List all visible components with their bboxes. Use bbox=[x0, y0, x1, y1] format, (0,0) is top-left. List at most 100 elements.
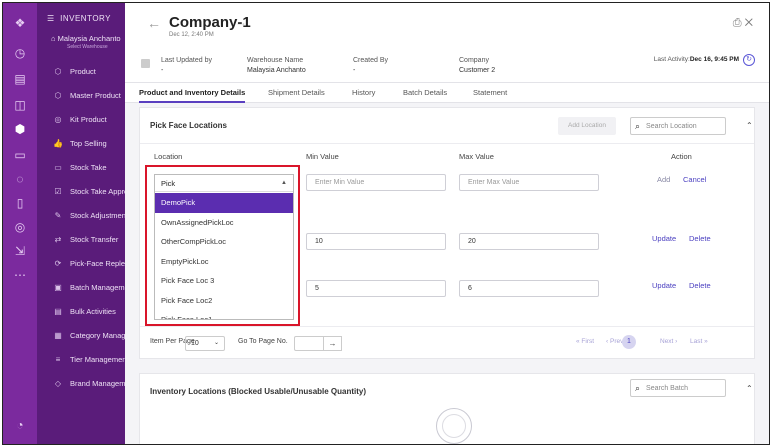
reports-icon[interactable]: ▯ bbox=[12, 195, 28, 211]
print-icon[interactable]: ⎙ bbox=[733, 17, 742, 29]
transfer-icon: ⇄ bbox=[54, 234, 62, 244]
sidebar-item-label: Brand Management bbox=[70, 378, 125, 388]
sidebar-item-batch-management[interactable]: ▣ Batch Management bbox=[53, 278, 125, 296]
sidebar-item-product[interactable]: ⬡ Product bbox=[53, 62, 96, 80]
col-max: Max Value bbox=[459, 152, 494, 161]
current-page[interactable]: 1 bbox=[622, 335, 636, 349]
kit-icon: ◎ bbox=[54, 114, 62, 124]
orders-icon[interactable]: ▤ bbox=[12, 71, 28, 87]
header-actions: ⎙ ✕ bbox=[733, 17, 753, 30]
sidebar-item-label: Product bbox=[70, 66, 96, 76]
returns-icon[interactable]: ◌ bbox=[12, 171, 28, 187]
activity-clock-icon[interactable]: ↻ bbox=[743, 54, 755, 66]
page-header: ← Company-1 → Dec 12, 2:40 PM ⎙ ✕ Last U… bbox=[125, 3, 769, 83]
search-icon: ⌕ bbox=[635, 120, 641, 131]
search-batch-input[interactable]: ⌕ Search Batch bbox=[630, 379, 726, 397]
check-square-icon: ☑ bbox=[54, 186, 62, 196]
collapse-chevron-icon[interactable]: ⌃ bbox=[746, 121, 753, 130]
inventory-locations-title: Inventory Locations (Blocked Usable/Unus… bbox=[150, 387, 367, 396]
sidebar-item-stock-take[interactable]: ▭ Stock Take bbox=[53, 158, 107, 176]
tab-shipment[interactable]: Shipment Details bbox=[268, 88, 325, 97]
sidebar-item-kit-product[interactable]: ◎ Kit Product bbox=[53, 110, 107, 128]
row1-max[interactable]: 20 bbox=[459, 233, 599, 250]
master-product-icon: ⬡ bbox=[54, 90, 62, 100]
warehouse-hint: Select Warehouse bbox=[67, 44, 108, 50]
prev-page-button[interactable]: ‹ Prev bbox=[606, 338, 623, 345]
sidebar-item-brand-management[interactable]: ◇ Brand Management bbox=[53, 374, 125, 392]
tab-history[interactable]: History bbox=[352, 88, 375, 97]
product-thumbnail bbox=[141, 59, 150, 68]
row2-min[interactable]: 5 bbox=[306, 280, 446, 297]
search-icon: ⌕ bbox=[635, 382, 641, 393]
sidebar-header: ☰ INVENTORY bbox=[47, 14, 112, 23]
goto-page-label: Go To Page No. bbox=[238, 338, 288, 345]
warehouse-selector[interactable]: ⌂ Malaysia Anchanto bbox=[51, 34, 121, 43]
highlight-box bbox=[145, 165, 300, 326]
search-location-input[interactable]: ⌕ Search Location bbox=[630, 117, 726, 135]
more-icon[interactable]: ⋯ bbox=[12, 267, 28, 283]
row2-max[interactable]: 6 bbox=[459, 280, 599, 297]
row2-delete-link[interactable]: Delete bbox=[689, 281, 711, 290]
row1-min[interactable]: 10 bbox=[306, 233, 446, 250]
last-page-button[interactable]: Last » bbox=[690, 338, 708, 345]
next-page-button[interactable]: Next › bbox=[660, 338, 677, 345]
row1-delete-link[interactable]: Delete bbox=[689, 234, 711, 243]
meta-warehouse: Warehouse Name Malaysia Anchanto bbox=[247, 57, 306, 74]
sidebar-item-label: Master Product bbox=[70, 90, 121, 100]
icon-rail: ❖ ◷ ▤ ◫ ⬢ ▭ ◌ ▯ ◎ ⇲ ⋯ ◔ bbox=[3, 3, 37, 444]
tab-product-inventory[interactable]: Product and Inventory Details bbox=[139, 88, 246, 103]
meta-company: Company Customer 2 bbox=[459, 57, 496, 74]
menu-icon[interactable]: ☰ bbox=[47, 14, 55, 23]
sidebar-item-label: Pick-Face Replenishment bbox=[70, 258, 125, 268]
cancel-link[interactable]: Cancel bbox=[683, 175, 706, 184]
divider bbox=[140, 326, 754, 327]
app-logo-icon[interactable]: ❖ bbox=[12, 15, 28, 31]
inventory-icon[interactable]: ⬢ bbox=[12, 121, 28, 137]
empty-state-ring bbox=[442, 414, 466, 438]
inventory-sidebar: ☰ INVENTORY ⌂ Malaysia Anchanto Select W… bbox=[37, 3, 125, 444]
sidebar-item-label: Stock Take bbox=[70, 162, 107, 172]
settings-icon[interactable]: ◎ bbox=[12, 219, 28, 235]
sidebar-item-category-management[interactable]: ▦ Category Management bbox=[53, 326, 125, 344]
tier-icon: ≡ bbox=[55, 354, 61, 364]
tab-statement[interactable]: Statement bbox=[473, 88, 507, 97]
sidebar-item-stock-transfer[interactable]: ⇄ Stock Transfer bbox=[53, 230, 119, 248]
add-location-button[interactable]: Add Location bbox=[558, 117, 616, 135]
chevron-down-icon: ⌄ bbox=[213, 340, 219, 346]
user-icon[interactable]: ◔ bbox=[12, 417, 28, 433]
grid-icon: ▦ bbox=[54, 330, 62, 340]
back-arrow-icon[interactable]: ← bbox=[147, 15, 161, 31]
meta-created-by: Created By - bbox=[353, 57, 389, 74]
sidebar-item-pick-face-replenishment[interactable]: ⟳ Pick-Face Replenishment bbox=[53, 254, 125, 272]
dashboard-icon[interactable]: ◷ bbox=[12, 45, 28, 61]
add-link[interactable]: Add bbox=[657, 175, 670, 184]
max-value-input[interactable]: Enter Max Value bbox=[459, 174, 599, 191]
goto-arrow-icon[interactable]: → bbox=[324, 336, 342, 351]
page-date: Dec 12, 2:40 PM bbox=[169, 32, 214, 38]
app-window: ❖ ◷ ▤ ◫ ⬢ ▭ ◌ ▯ ◎ ⇲ ⋯ ◔ ☰ INVENTORY ⌂ Ma… bbox=[2, 2, 770, 445]
sidebar-item-top-selling[interactable]: 👍 Top Selling bbox=[53, 134, 107, 152]
row1-update-link[interactable]: Update bbox=[652, 234, 676, 243]
catalog-icon[interactable]: ◫ bbox=[12, 97, 28, 113]
min-value-input[interactable]: Enter Min Value bbox=[306, 174, 446, 191]
inventory-locations-card: Inventory Locations (Blocked Usable/Unus… bbox=[139, 373, 755, 444]
close-icon[interactable]: ✕ bbox=[745, 17, 753, 29]
row2-update-link[interactable]: Update bbox=[652, 281, 676, 290]
forward-arrow-icon[interactable]: → bbox=[235, 15, 247, 29]
sidebar-item-label: Kit Product bbox=[70, 114, 107, 124]
first-page-button[interactable]: « First bbox=[576, 338, 594, 345]
sidebar-item-bulk-activities[interactable]: ▤ Bulk Activities bbox=[53, 302, 116, 320]
sidebar-item-master-product[interactable]: ⬡ Master Product bbox=[53, 86, 121, 104]
shipping-icon[interactable]: ▭ bbox=[12, 147, 28, 163]
goto-page-input[interactable] bbox=[294, 336, 324, 351]
sidebar-item-label: Stock Take Approval bbox=[70, 186, 125, 196]
integrations-icon[interactable]: ⇲ bbox=[12, 243, 28, 259]
collapse-chevron-icon[interactable]: ⌃ bbox=[746, 384, 753, 393]
sidebar-item-tier-management[interactable]: ≡ Tier Management bbox=[53, 350, 125, 368]
edit-square-icon: ✎ bbox=[54, 210, 62, 220]
refresh-icon: ⟳ bbox=[54, 258, 62, 268]
sidebar-item-stock-adjustment[interactable]: ✎ Stock Adjustment bbox=[53, 206, 125, 224]
items-per-page-select[interactable]: 10 ⌄ bbox=[185, 336, 225, 351]
sidebar-item-stock-take-approval[interactable]: ☑ Stock Take Approval bbox=[53, 182, 125, 200]
tab-batch[interactable]: Batch Details bbox=[403, 88, 447, 97]
